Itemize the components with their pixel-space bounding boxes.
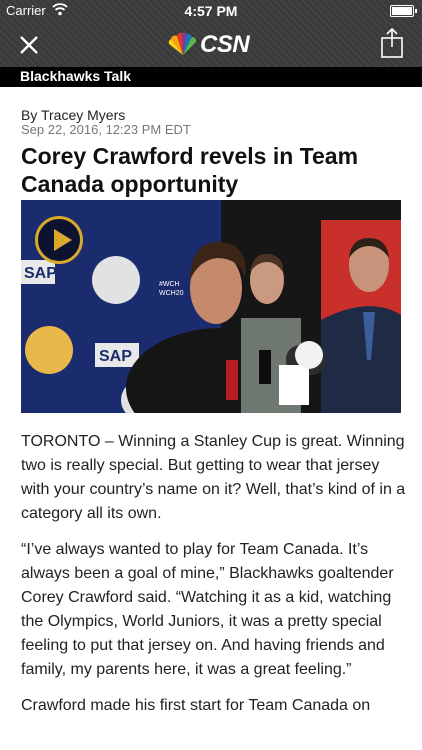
article-date: Sep 22, 2016, 12:23 PM EDT [21,122,191,137]
article-byline: By Tracey Myers [21,107,126,123]
backdrop-text-2: SAP [99,348,132,365]
article-paragraph: “I’ve always wanted to play for Team Can… [21,541,394,678]
backdrop-text-1: SAP [24,265,57,282]
play-video-button[interactable] [35,216,83,264]
status-time: 4:57 PM [184,3,238,19]
article-paragraph: Crawford made his first start for Team C… [21,697,371,714]
top-chrome: Carrier 4:57 PM CSN [0,0,422,67]
nav-bar: CSN [0,22,422,67]
status-bar: Carrier 4:57 PM [0,0,422,22]
share-button[interactable] [380,27,404,59]
csn-logo: CSN [165,31,259,59]
play-icon [54,229,72,251]
logo-text: CSN [200,31,250,58]
backdrop-text-3: #WCH [159,281,180,288]
backdrop-text-4: WCH20 [159,290,184,297]
close-button[interactable] [16,32,42,58]
battery-icon [390,5,417,17]
close-icon [20,36,38,54]
section-bar: Blackhawks Talk [0,67,422,87]
article-body: TORONTO – Winning a Stanley Cup is great… [21,430,409,730]
article-paragraph: TORONTO – Winning a Stanley Cup is great… [21,433,406,522]
article-photo: SAP SAP #WCH WCH20 [21,200,401,413]
article-headline: Corey Crawford revels in Team Canada opp… [21,143,359,197]
peacock-icon [168,32,197,55]
section-label: Blackhawks Talk [20,68,132,84]
share-icon [381,27,403,58]
